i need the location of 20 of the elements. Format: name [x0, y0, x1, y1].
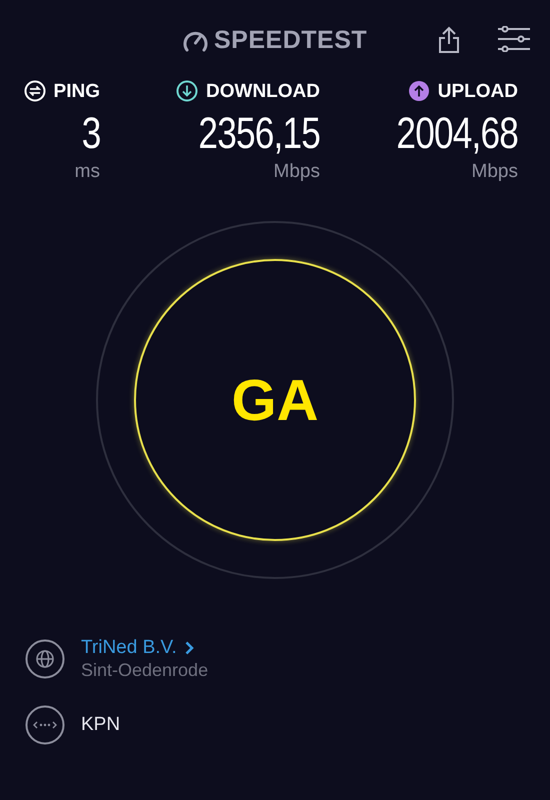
metric-unit: Mbps	[274, 162, 320, 181]
server-name[interactable]: TriNed B.V.	[81, 637, 177, 660]
metric-unit: ms	[74, 162, 100, 181]
connection-icon	[25, 705, 65, 746]
metric-label: DOWNLOAD	[206, 82, 320, 100]
metric-value: 3	[81, 112, 100, 156]
gauge-icon	[183, 30, 208, 52]
server-location: Sint-Oedenrode	[81, 660, 208, 682]
metric-label: PING	[54, 82, 100, 100]
metric-label: UPLOAD	[438, 82, 518, 100]
settings-icon[interactable]	[497, 26, 531, 52]
logo-text: SPEEDTEST	[214, 28, 368, 53]
chevron-icon[interactable]	[184, 641, 194, 656]
provider-name: KPN	[81, 713, 120, 738]
metric-value: 2004,68	[396, 112, 518, 156]
share-icon[interactable]	[438, 26, 460, 54]
metric-unit: Mbps	[472, 162, 518, 181]
globe-icon	[25, 639, 65, 680]
metric-value: 2356,15	[198, 112, 320, 156]
go-button[interactable]: GA	[134, 259, 416, 541]
